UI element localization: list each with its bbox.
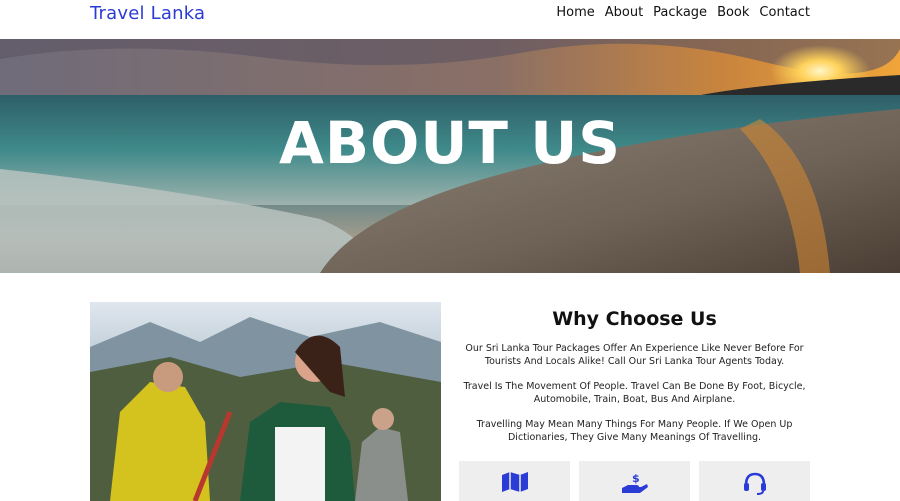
feature-cards: $ <box>459 461 810 501</box>
nav-links: Home About Package Book Contact <box>556 5 810 20</box>
hand-dollar-icon: $ <box>622 472 648 493</box>
svg-text:$: $ <box>632 472 640 485</box>
hero-banner: ABOUT US <box>0 39 900 273</box>
feature-card-price[interactable]: $ <box>579 461 690 501</box>
nav-about-link[interactable]: About <box>605 5 643 20</box>
nav-package-link[interactable]: Package <box>653 5 707 20</box>
feature-card-map[interactable] <box>459 461 570 501</box>
nav-contact-link[interactable]: Contact <box>759 5 810 20</box>
navbar: Travel Lanka Home About Package Book Con… <box>0 0 900 39</box>
why-paragraph-1: Our Sri Lanka Tour Packages Offer An Exp… <box>465 343 804 367</box>
headset-icon <box>744 472 766 495</box>
why-choose-title: Why Choose Us <box>552 308 717 330</box>
nav-home-link[interactable]: Home <box>556 5 594 20</box>
hero-title: ABOUT US <box>278 109 622 177</box>
nav-book-link[interactable]: Book <box>717 5 749 20</box>
why-choose-us: Why Choose Us Our Sri Lanka Tour Package… <box>459 308 810 456</box>
feature-card-support[interactable] <box>699 461 810 501</box>
hikers-photo <box>90 302 441 501</box>
map-icon <box>502 472 528 492</box>
logo[interactable]: Travel Lanka <box>90 3 205 24</box>
about-content: Why Choose Us Our Sri Lanka Tour Package… <box>0 273 900 501</box>
why-paragraph-2: Travel Is The Movement Of People. Travel… <box>463 381 806 405</box>
why-paragraph-3: Travelling May Mean Many Things For Many… <box>476 419 793 443</box>
